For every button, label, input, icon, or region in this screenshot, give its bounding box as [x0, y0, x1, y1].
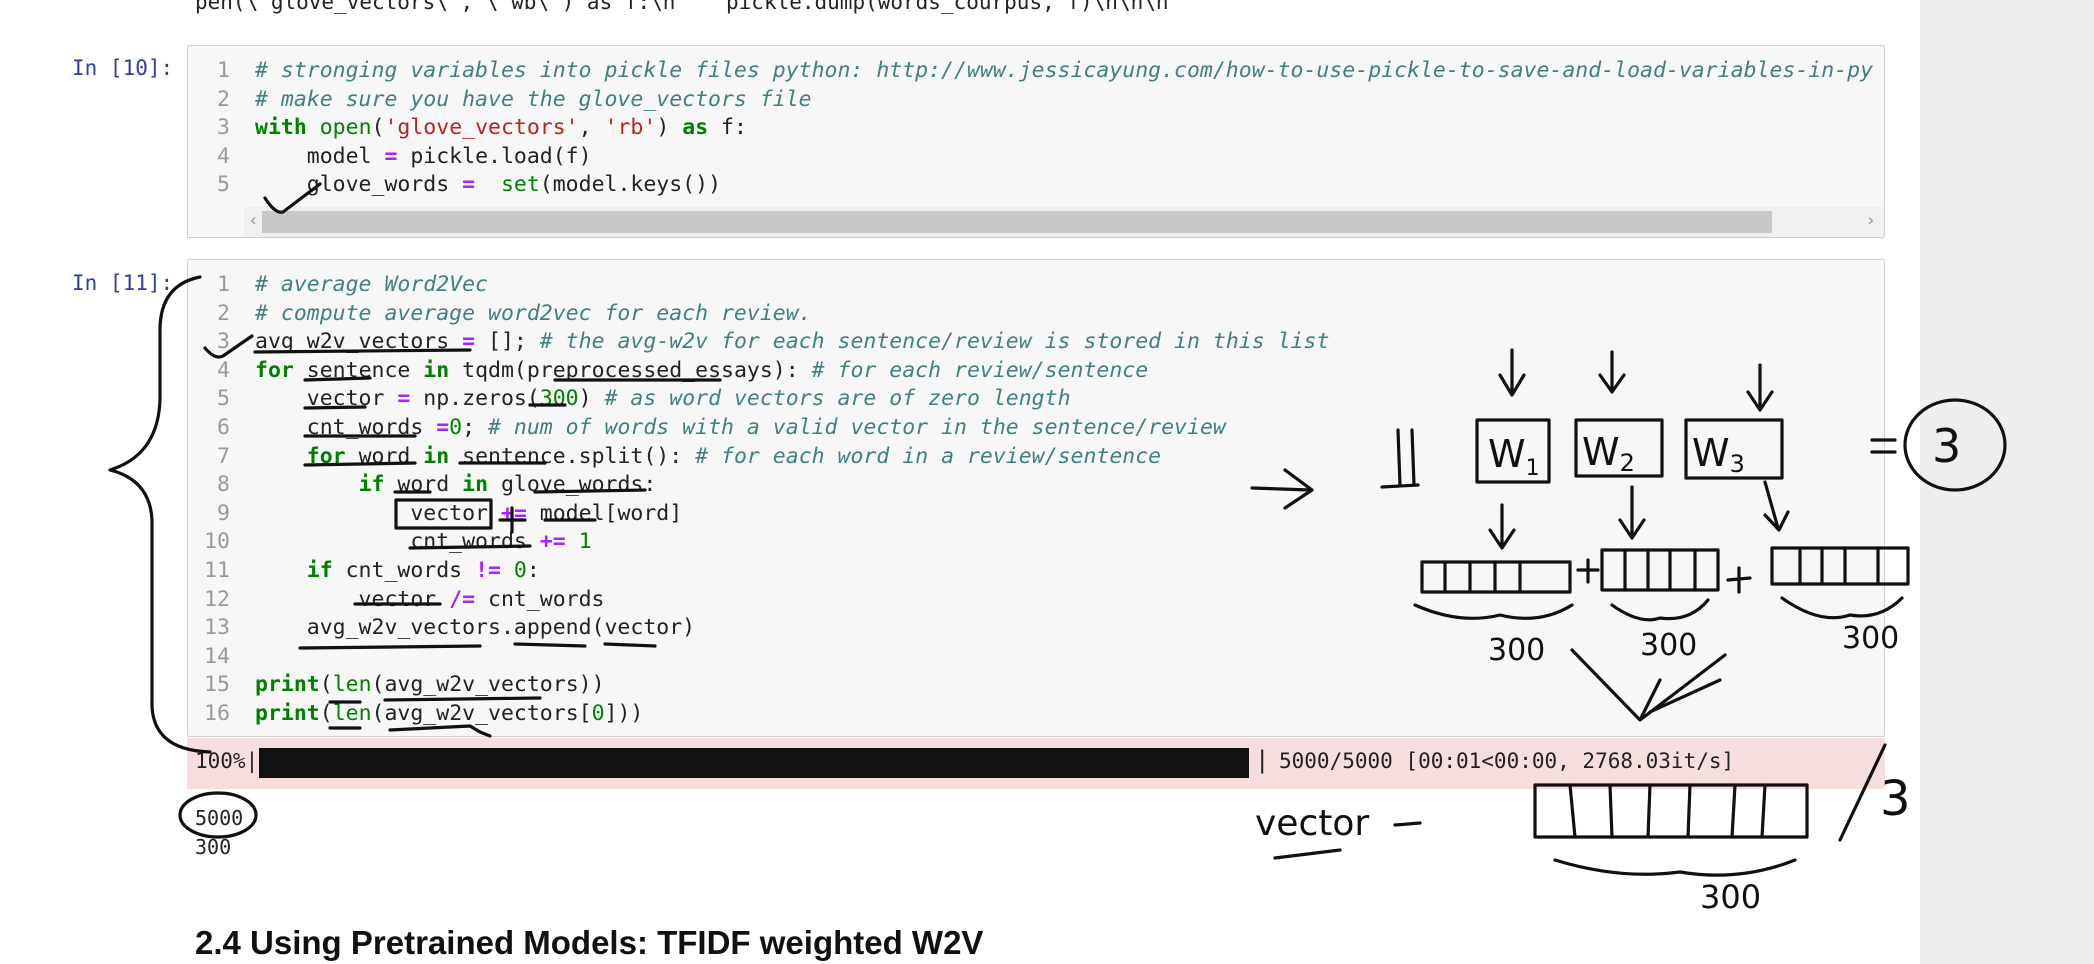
- code-line: 5 vector = np.zeros(300) # as word vecto…: [188, 385, 1884, 414]
- code-line: 10 cnt_words += 1: [188, 528, 1884, 557]
- line-number: 2: [217, 300, 230, 326]
- code-line: 3 with open('glove_vectors', 'rb') as f:: [188, 114, 1884, 143]
- svg-text:300: 300: [1700, 878, 1761, 916]
- line-number: 6: [217, 415, 230, 440]
- code-line: 1 # stronging variables into pickle files…: [188, 57, 1884, 86]
- line-number: 7: [217, 443, 230, 469]
- tqdm-progress-output: 100%| | 5000/5000 [00:01<00:00, 2768.03i…: [187, 738, 1885, 789]
- code-line: 4 for sentence in tqdm(preprocessed_essay…: [188, 357, 1884, 386]
- line-number: 5: [217, 386, 230, 412]
- code-text[interactable]: cnt_words += 1: [255, 528, 591, 557]
- code-line: 1 # average Word2Vec: [188, 271, 1884, 300]
- code-cell-10[interactable]: 1 # stronging variables into pickle files…: [187, 45, 1885, 238]
- line-number: 1: [217, 58, 230, 83]
- line-number: 5: [217, 172, 230, 198]
- code-line: 7 for word in sentence.split(): # for ea…: [188, 443, 1884, 472]
- section-heading: 2.4 Using Pretrained Models: TFIDF weigh…: [195, 924, 984, 961]
- line-number: 14: [204, 643, 230, 669]
- code-text[interactable]: glove_words = set(model.keys()): [255, 171, 721, 200]
- code-text[interactable]: vector += model[word]: [255, 500, 682, 529]
- line-number: 13: [204, 615, 230, 641]
- line-number: 4: [217, 143, 230, 169]
- code-line: 11 if cnt_words != 0:: [188, 557, 1884, 586]
- code-text[interactable]: print(len(avg_w2v_vectors[0])): [255, 700, 643, 729]
- line-number: 4: [217, 357, 230, 383]
- previous-cell-fragment: pen(\'glove_vectors\', \'wb\') as f:\n p…: [195, 0, 1169, 14]
- line-number: 1: [217, 272, 230, 297]
- code-line: 5 glove_words = set(model.keys()): [188, 171, 1884, 200]
- line-number: 16: [204, 701, 230, 726]
- line-number: 8: [217, 472, 230, 498]
- code-text[interactable]: for word in sentence.split(): # for each…: [255, 443, 1161, 472]
- line-number: 3: [217, 115, 230, 141]
- line-number: 9: [217, 500, 230, 526]
- scroll-left-arrow-icon[interactable]: ‹: [248, 210, 259, 231]
- code-text[interactable]: avg_w2v_vectors.append(vector): [255, 614, 695, 643]
- code-cell-11[interactable]: 1 # average Word2Vec 2 # compute average wo…: [187, 259, 1885, 737]
- code-text[interactable]: if cnt_words != 0:: [255, 557, 540, 586]
- code-line: 4 model = pickle.load(f): [188, 143, 1884, 172]
- code-line: 2 # compute average word2vec for each rev…: [188, 300, 1884, 329]
- code-text[interactable]: for sentence in tqdm(preprocessed_essays…: [255, 357, 1148, 386]
- svg-text:vector: vector: [1255, 803, 1369, 844]
- cell-prompt-10: In [10]:: [72, 56, 174, 80]
- progress-percent: 100%|: [195, 749, 259, 773]
- code-line: 14: [188, 643, 1884, 672]
- code-text[interactable]: vector /= cnt_words: [255, 586, 605, 615]
- result-vector-bar: [1533, 783, 1809, 839]
- code-line: 6 cnt_words =0; # num of words with a va…: [188, 414, 1884, 443]
- progress-separator: |: [1255, 746, 1270, 774]
- code-line: 9 vector += model[word]: [188, 500, 1884, 529]
- progress-status: 5000/5000 [00:01<00:00, 2768.03it/s]: [1279, 749, 1735, 773]
- code-line: 16 print(len(avg_w2v_vectors[0])): [188, 700, 1884, 729]
- cell-prompt-11: In [11]:: [72, 271, 174, 295]
- line-number: 3: [217, 329, 230, 355]
- code-text[interactable]: # make sure you have the glove_vectors f…: [255, 86, 812, 115]
- code-line: 13 avg_w2v_vectors.append(vector): [188, 614, 1884, 643]
- line-number: 10: [204, 529, 230, 555]
- code-line: 2 # make sure you have the glove_vectors …: [188, 86, 1884, 115]
- line-number: 12: [204, 586, 230, 612]
- code-line: 15 print(len(avg_w2v_vectors)): [188, 671, 1884, 700]
- code-text[interactable]: if word in glove_words:: [255, 471, 657, 500]
- scrollbar-thumb[interactable]: [262, 211, 1772, 233]
- code-text[interactable]: avg_w2v_vectors = []; # the avg-w2v for …: [255, 328, 1329, 357]
- progress-bar: [259, 748, 1249, 778]
- code-line: 8 if word in glove_words:: [188, 471, 1884, 500]
- code-text[interactable]: # stronging variables into pickle files …: [255, 57, 1873, 86]
- page-right-margin: [1920, 0, 2094, 964]
- code-text[interactable]: cnt_words =0; # num of words with a vali…: [255, 414, 1226, 443]
- code-text[interactable]: model = pickle.load(f): [255, 143, 592, 172]
- output-line-2: 300: [195, 835, 232, 859]
- code-line: 12 vector /= cnt_words: [188, 586, 1884, 615]
- code-text[interactable]: with open('glove_vectors', 'rb') as f:: [255, 114, 747, 143]
- scroll-right-arrow-icon[interactable]: ›: [1865, 210, 1876, 231]
- line-number: 2: [217, 86, 230, 112]
- output-line-1: 5000: [195, 806, 244, 830]
- line-number: 11: [204, 558, 230, 583]
- code-text[interactable]: print(len(avg_w2v_vectors)): [255, 671, 605, 700]
- code-text[interactable]: vector = np.zeros(300) # as word vectors…: [255, 385, 1071, 414]
- horizontal-scrollbar[interactable]: ‹ ›: [244, 207, 1884, 237]
- code-text[interactable]: # average Word2Vec: [255, 271, 488, 300]
- line-number: 15: [204, 672, 230, 698]
- code-text[interactable]: # compute average word2vec for each revi…: [255, 300, 812, 329]
- code-line: 3 avg_w2v_vectors = []; # the avg-w2v for…: [188, 328, 1884, 357]
